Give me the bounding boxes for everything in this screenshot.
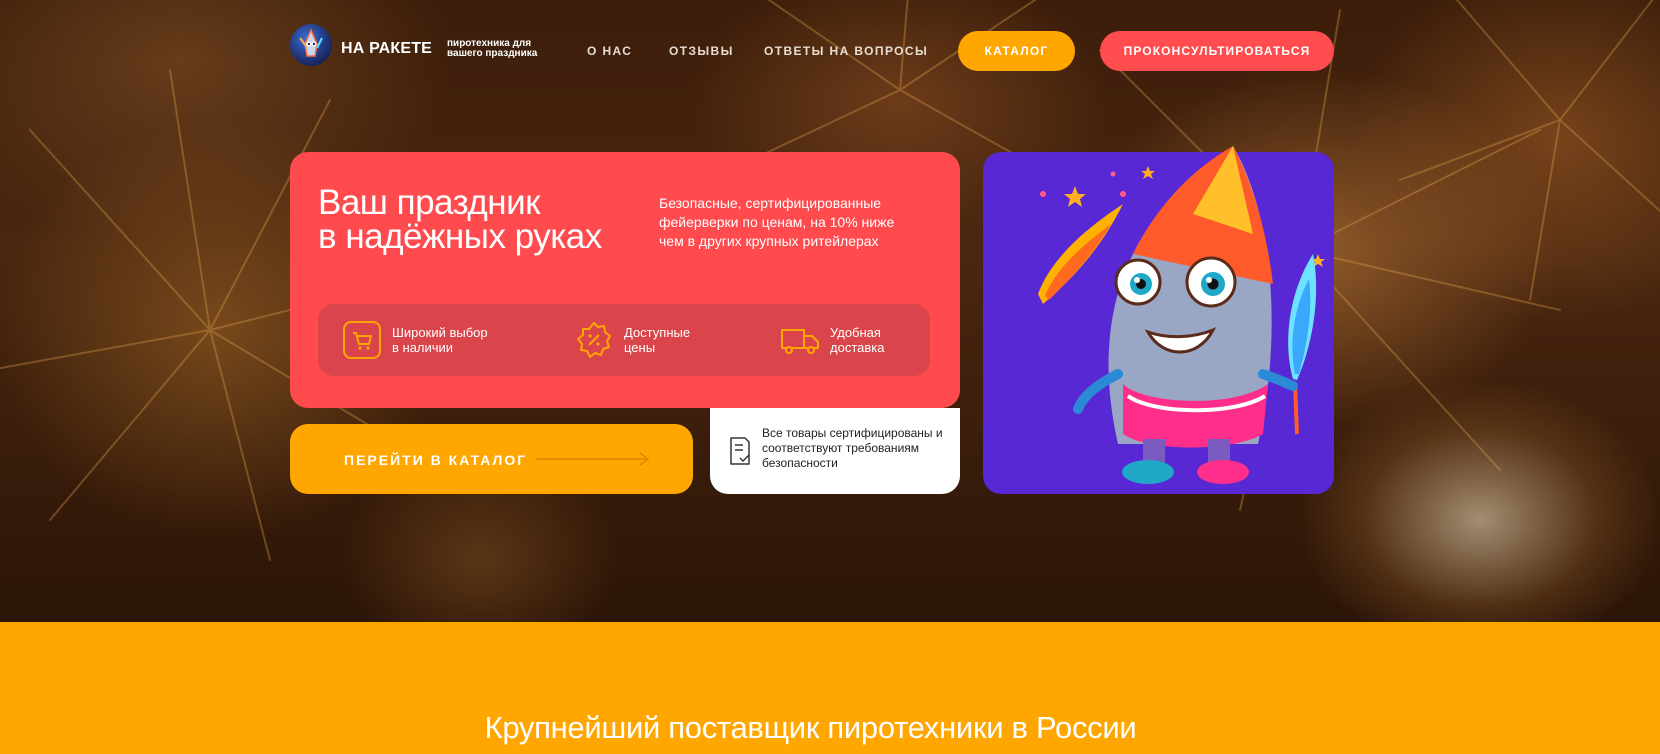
discount-badge-icon — [577, 322, 611, 358]
hero-title-line: Ваш праздник — [318, 183, 540, 222]
feature-label: Широкий выбор в наличии — [392, 325, 502, 355]
arrow-right-icon — [536, 452, 650, 466]
consult-button[interactable]: ПРОКОНСУЛЬТИРОВАТЬСЯ — [1100, 31, 1334, 71]
hero-title: Ваш праздник в надёжных руках — [318, 183, 602, 256]
cart-icon — [343, 321, 381, 359]
certificate-document-icon — [730, 437, 750, 465]
rocket-mascot-illustration — [1038, 146, 1325, 484]
go-to-catalog-label: ПЕРЕЙТИ В КАТАЛОГ — [344, 452, 528, 468]
feature-label-line: цены — [624, 340, 656, 355]
catalog-button[interactable]: КАТАЛОГ — [958, 31, 1075, 71]
feature-label: Доступные цены — [624, 325, 734, 355]
feature-label-line: Широкий выбор — [392, 325, 488, 340]
feature-wide-choice: Широкий выбор в наличии — [342, 320, 502, 360]
feature-label: Удобная доставка — [830, 325, 940, 355]
feature-label-line: Удобная — [830, 325, 881, 340]
feature-label-line: в наличии — [392, 340, 454, 355]
brand-tagline-line: вашего праздника — [447, 48, 538, 59]
hero-title-line: в надёжных руках — [318, 217, 602, 256]
go-to-catalog-button[interactable]: ПЕРЕЙТИ В КАТАЛОГ — [290, 424, 693, 494]
feature-delivery: Удобная доставка — [780, 320, 940, 360]
brand-name[interactable]: НА РАКЕТЕ — [341, 40, 432, 58]
certificate-card: Все товары сертифицированы и соответству… — [710, 408, 960, 494]
truck-icon — [781, 329, 819, 354]
mascot-card — [983, 146, 1334, 494]
brand-tagline: пиротехника для вашего праздника — [447, 39, 557, 59]
nav-reviews[interactable]: ОТЗЫВЫ — [669, 44, 734, 58]
band-title: Крупнейший поставщик пиротехники в Росси… — [484, 710, 1137, 745]
hero-card: Ваш праздник в надёжных руках Безопасные… — [290, 152, 960, 408]
nav-about[interactable]: О НАС — [587, 44, 632, 58]
certificate-text: Все товары сертифицированы и соответству… — [762, 426, 943, 470]
features-panel: Широкий выбор в наличии Доступные цены У… — [318, 304, 930, 376]
feature-label-line: доставка — [830, 340, 885, 355]
feature-affordable-prices: Доступные цены — [574, 320, 734, 360]
hero-subtitle: Безопасные, сертифицированные фейерверки… — [659, 195, 895, 249]
feature-label-line: Доступные — [624, 325, 691, 340]
nav-faq[interactable]: ОТВЕТЫ НА ВОПРОСЫ — [764, 44, 928, 58]
logo-icon[interactable] — [290, 24, 332, 66]
